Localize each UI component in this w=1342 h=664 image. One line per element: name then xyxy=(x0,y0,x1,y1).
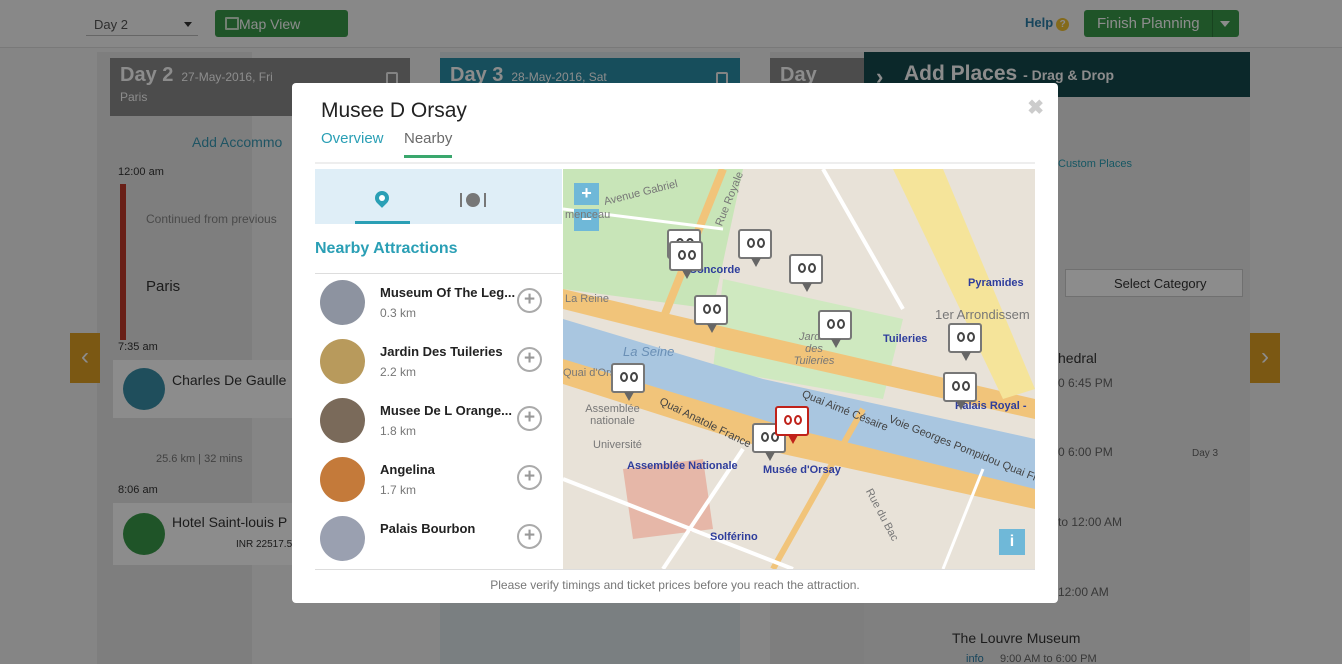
map-label: Solférino xyxy=(710,531,758,543)
add-icon[interactable]: + xyxy=(517,524,542,549)
attraction-marker[interactable] xyxy=(818,310,852,348)
attraction-marker[interactable] xyxy=(943,372,977,410)
place-detail-modal: Musee D Orsay ✖ Overview Nearby Nearby A… xyxy=(292,83,1058,603)
binoculars-icon xyxy=(798,263,806,273)
map-label: menceau xyxy=(565,209,611,221)
zoom-in-button[interactable]: + xyxy=(574,183,599,205)
list-item[interactable]: Jardin Des Tuileries 2.2 km + xyxy=(315,339,562,398)
map-pin-icon xyxy=(372,188,392,208)
binoculars-icon xyxy=(747,238,755,248)
modal-title: Musee D Orsay xyxy=(321,99,467,122)
attraction-thumbnail xyxy=(320,457,365,502)
map-label: Assemblée Nationale xyxy=(627,460,738,472)
tab-overview[interactable]: Overview xyxy=(321,130,384,147)
attraction-marker[interactable] xyxy=(738,229,772,267)
binoculars-icon xyxy=(678,250,686,260)
map-label: La Reine xyxy=(565,293,610,305)
category-tabs xyxy=(315,169,562,224)
map-info-button[interactable]: i xyxy=(999,529,1025,555)
attraction-marker[interactable] xyxy=(789,254,823,292)
attraction-marker[interactable] xyxy=(948,323,982,361)
divider xyxy=(315,162,1035,164)
divider xyxy=(315,273,562,274)
restaurant-icon[interactable] xyxy=(460,193,486,207)
list-item[interactable]: Musee De L Orange... 1.8 km + xyxy=(315,398,562,457)
attraction-marker[interactable] xyxy=(694,295,728,333)
attraction-thumbnail xyxy=(320,339,365,384)
map-label: 1er Arrondissem xyxy=(935,307,1030,322)
list-item[interactable]: Palais Bourbon + xyxy=(315,516,562,569)
map-label: La Seine xyxy=(623,344,675,359)
map-label: Musée d'Orsay xyxy=(763,464,841,476)
nearby-map[interactable]: + − menceau Concorde Pyramides 1er Arron… xyxy=(563,169,1035,569)
nearby-panel: Nearby Attractions Museum Of The Leg... 0… xyxy=(315,169,562,569)
attraction-thumbnail xyxy=(320,398,365,443)
attraction-thumbnail xyxy=(320,280,365,325)
selected-place-marker[interactable] xyxy=(775,406,809,444)
add-icon[interactable]: + xyxy=(517,288,542,313)
binoculars-icon xyxy=(703,304,711,314)
add-icon[interactable]: + xyxy=(517,347,542,372)
add-icon[interactable]: + xyxy=(517,406,542,431)
binoculars-icon xyxy=(827,319,835,329)
add-icon[interactable]: + xyxy=(517,465,542,490)
attraction-thumbnail xyxy=(320,516,365,561)
attraction-marker[interactable] xyxy=(611,363,645,401)
map-label: Assemblée nationale xyxy=(585,403,640,427)
binoculars-icon xyxy=(957,332,965,342)
binoculars-icon xyxy=(620,372,628,382)
binoculars-icon xyxy=(784,415,792,425)
tab-attractions[interactable] xyxy=(355,169,410,224)
binoculars-icon xyxy=(952,381,960,391)
map-label: Université xyxy=(593,439,642,451)
map-label: Pyramides xyxy=(968,277,1024,289)
disclaimer-text: Please verify timings and ticket prices … xyxy=(490,578,860,592)
binoculars-icon xyxy=(761,432,769,442)
list-item[interactable]: Museum Of The Leg... 0.3 km + xyxy=(315,280,562,339)
divider xyxy=(315,569,1035,570)
map-label: Tuileries xyxy=(883,333,928,345)
tab-nearby[interactable]: Nearby xyxy=(404,130,453,158)
attraction-marker[interactable] xyxy=(669,241,703,279)
nearby-attractions-heading: Nearby Attractions xyxy=(315,240,458,257)
close-icon[interactable]: ✖ xyxy=(1027,95,1044,120)
list-item[interactable]: Angelina 1.7 km + xyxy=(315,457,562,516)
